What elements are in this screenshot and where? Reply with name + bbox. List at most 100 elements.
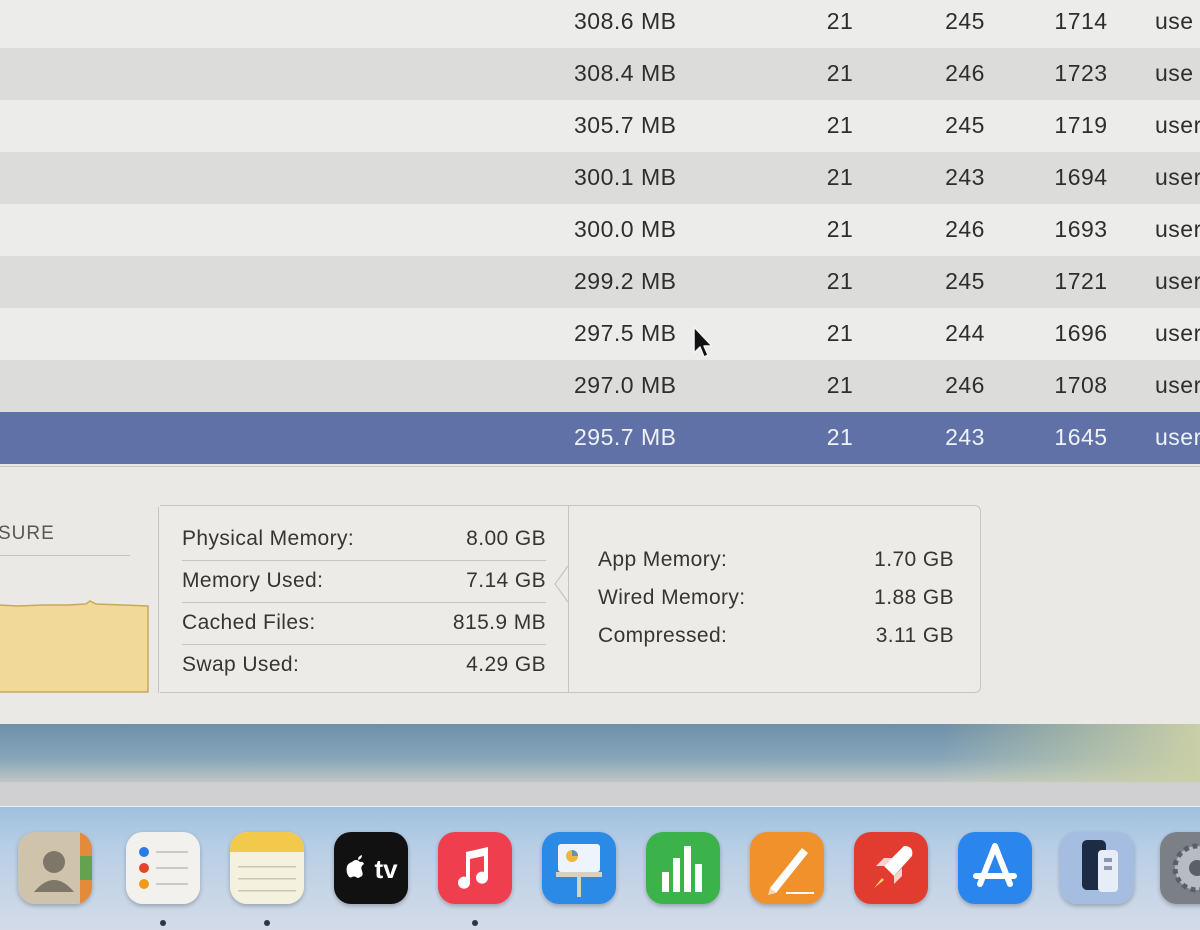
desktop-wallpaper — [0, 724, 1200, 782]
table-row[interactable]: 308.6 MB 21 245 1714 use — [0, 0, 1200, 48]
ports-cell: 245 — [945, 112, 985, 138]
stat-label: Physical Memory: — [182, 527, 355, 550]
table-row[interactable]: 308.4 MB 21 246 1723 use — [0, 48, 1200, 100]
threads-cell: 21 — [826, 112, 854, 138]
user-cell: user — [1155, 424, 1200, 450]
stat-value: 8.00 GB — [466, 527, 546, 550]
music-icon[interactable] — [438, 832, 512, 904]
user-cell: user — [1155, 112, 1200, 138]
keynote-icon[interactable] — [542, 832, 616, 904]
table-row[interactable]: 297.0 MB 21 246 1708 user — [0, 360, 1200, 412]
user-cell: user — [1155, 216, 1200, 242]
stat-value: 7.14 GB — [466, 569, 546, 592]
stat-cached-files: Cached Files: 815.9 MB — [182, 602, 546, 645]
ports-cell: 243 — [945, 164, 985, 190]
stat-label: Memory Used: — [182, 569, 324, 592]
threads-cell: 21 — [826, 268, 854, 294]
threads-cell: 21 — [826, 164, 854, 190]
running-indicator — [160, 920, 166, 926]
mouse-cursor-icon — [693, 326, 713, 358]
threads-cell: 21 — [826, 216, 854, 242]
memory-cell: 300.0 MB — [574, 216, 677, 242]
stat-value: 815.9 MB — [452, 611, 546, 634]
pid-cell: 1696 — [1054, 320, 1108, 346]
pid-cell: 1714 — [1054, 8, 1108, 34]
stat-wired-memory: Wired Memory: 1.88 GB — [598, 579, 954, 617]
notes-icon[interactable] — [230, 832, 304, 904]
memory-stats-box: Physical Memory: 8.00 GB Memory Used: 7.… — [160, 505, 981, 693]
table-row[interactable]: 300.1 MB 21 243 1694 user — [0, 152, 1200, 204]
threads-cell: 21 — [826, 320, 854, 346]
table-row[interactable]: 297.5 MB 21 244 1696 user — [0, 308, 1200, 360]
stat-app-memory: App Memory: 1.70 GB — [598, 541, 954, 579]
stat-value: 1.70 GB — [874, 548, 954, 571]
user-cell: user — [1155, 320, 1200, 346]
stat-physical-memory: Physical Memory: 8.00 GB — [182, 518, 546, 561]
table-row[interactable]: 305.7 MB 21 245 1719 user — [0, 100, 1200, 152]
user-cell: use — [1155, 60, 1194, 86]
threads-cell: 21 — [826, 60, 854, 86]
apple-tv-icon[interactable]: tv — [334, 832, 408, 904]
pid-cell: 1721 — [1054, 268, 1108, 294]
user-cell: user — [1155, 164, 1200, 190]
contacts-icon[interactable] — [18, 832, 92, 904]
stat-label: Wired Memory: — [598, 586, 746, 609]
rocketsim-icon[interactable] — [854, 832, 928, 904]
stat-label: App Memory: — [598, 548, 728, 571]
stat-memory-used: Memory Used: 7.14 GB — [182, 560, 546, 603]
ports-cell: 245 — [945, 8, 985, 34]
memory-pressure-title: SURE — [0, 523, 55, 544]
ports-cell: 243 — [945, 424, 985, 450]
table-row[interactable]: 300.0 MB 21 246 1693 user — [0, 204, 1200, 256]
memory-cell: 305.7 MB — [574, 112, 677, 138]
pid-cell: 1719 — [1054, 112, 1108, 138]
memory-cell: 300.1 MB — [574, 164, 677, 190]
memory-cell: 297.0 MB — [574, 372, 677, 398]
pages-icon[interactable] — [750, 832, 824, 904]
stat-compressed: Compressed: 3.11 GB — [598, 617, 954, 655]
pid-cell: 1723 — [1054, 60, 1108, 86]
stat-label: Compressed: — [598, 624, 728, 647]
divider — [0, 555, 130, 556]
stat-label: Swap Used: — [182, 653, 300, 676]
running-indicator — [264, 920, 270, 926]
stat-label: Cached Files: — [182, 611, 316, 634]
simulator-icon[interactable] — [1060, 832, 1134, 904]
memory-cell: 295.7 MB — [574, 424, 677, 450]
table-row-selected[interactable]: 295.7 MB 21 243 1645 user — [0, 412, 1200, 464]
memory-cell: 299.2 MB — [574, 268, 677, 294]
user-cell: use — [1155, 8, 1194, 34]
threads-cell: 21 — [826, 372, 854, 398]
pid-cell: 1708 — [1054, 372, 1108, 398]
threads-cell: 21 — [826, 424, 854, 450]
ports-cell: 246 — [945, 216, 985, 242]
user-cell: user — [1155, 372, 1200, 398]
ports-cell: 246 — [945, 60, 985, 86]
app-store-icon[interactable] — [958, 832, 1032, 904]
system-settings-icon[interactable] — [1160, 832, 1200, 904]
pid-cell: 1693 — [1054, 216, 1108, 242]
memory-cell: 308.4 MB — [574, 60, 677, 86]
pid-cell: 1694 — [1054, 164, 1108, 190]
running-indicator — [472, 920, 478, 926]
threads-cell: 21 — [826, 8, 854, 34]
memory-cell: 297.5 MB — [574, 320, 677, 346]
apple-tv-label: tv — [374, 854, 398, 884]
stat-value: 1.88 GB — [874, 586, 954, 609]
pid-cell: 1645 — [1054, 424, 1108, 450]
memory-cell: 308.6 MB — [574, 8, 677, 34]
reminders-icon[interactable] — [126, 832, 200, 904]
stat-value: 3.11 GB — [875, 624, 954, 647]
process-table: 308.6 MB 21 245 1714 use 308.4 MB 21 246… — [0, 0, 1200, 466]
table-row[interactable]: 299.2 MB 21 245 1721 user — [0, 256, 1200, 308]
ports-cell: 246 — [945, 372, 985, 398]
ports-cell: 245 — [945, 268, 985, 294]
memory-pressure-section: SURE — [0, 507, 159, 693]
ports-cell: 244 — [945, 320, 985, 346]
stat-value: 4.29 GB — [466, 653, 546, 676]
memory-pressure-graph — [0, 600, 149, 693]
numbers-icon[interactable] — [646, 832, 720, 904]
expand-notch-icon — [554, 565, 569, 603]
stat-swap-used: Swap Used: 4.29 GB — [182, 644, 546, 686]
user-cell: user — [1155, 268, 1200, 294]
